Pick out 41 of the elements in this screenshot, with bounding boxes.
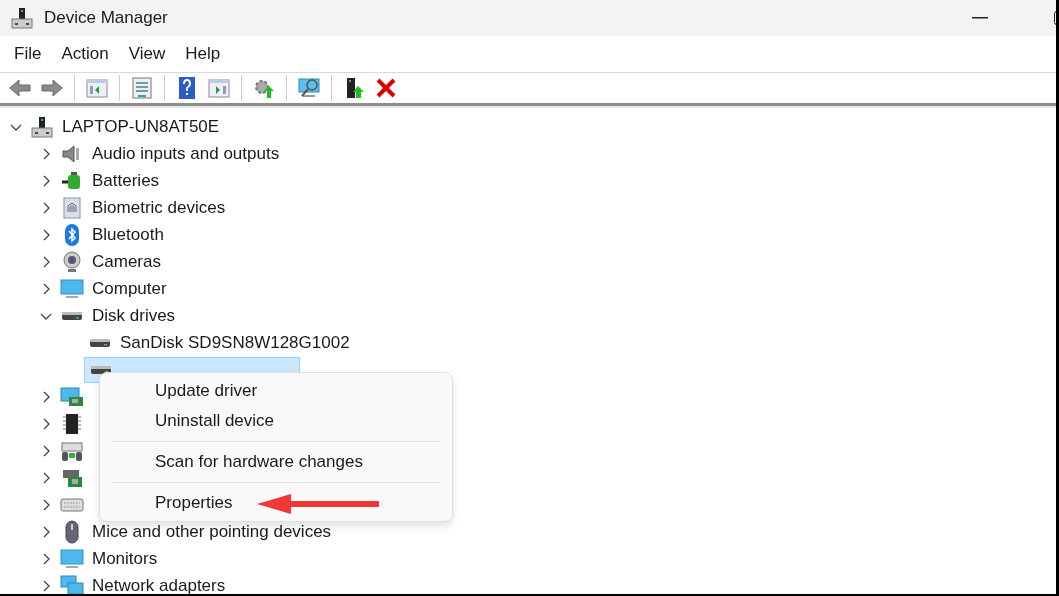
tree-item[interactable]: SanDisk SD9SN8W128G1002 <box>118 331 352 354</box>
disk-drive-icon <box>91 365 111 374</box>
tree-item[interactable]: Mice and other pointing devices <box>90 520 334 543</box>
tree-item[interactable]: Bluetooth <box>90 223 166 246</box>
tree-item[interactable]: Batteries <box>90 169 162 192</box>
back-arrow-icon[interactable] <box>8 76 32 100</box>
minimize-icon[interactable] <box>972 17 988 19</box>
menu-item[interactable]: File <box>4 44 52 64</box>
monitor-icon <box>60 276 84 301</box>
disk-drive-icon <box>90 338 110 347</box>
menu-item[interactable]: Properties <box>100 488 452 518</box>
properties-sheet-icon[interactable] <box>130 76 154 100</box>
tree-item[interactable]: Cameras <box>90 250 163 273</box>
tree-item[interactable]: Network adapters <box>90 574 228 594</box>
window-panel-icon[interactable] <box>207 76 231 100</box>
window-title: Device Manager <box>44 8 168 28</box>
tree-item[interactable]: Audio inputs and outputs <box>90 142 282 165</box>
tree-item[interactable]: LAPTOP-UN8AT50E <box>60 115 222 138</box>
forward-arrow-icon[interactable] <box>40 76 64 100</box>
delete-x-icon[interactable] <box>374 76 398 100</box>
tree-item[interactable]: Computer <box>90 277 169 300</box>
monitor-magnifier-icon[interactable] <box>297 76 321 100</box>
menu-item[interactable]: Action <box>51 44 119 64</box>
monitor-icon <box>60 546 84 571</box>
tree-item[interactable]: Monitors <box>90 547 160 570</box>
webcam-icon <box>60 249 84 274</box>
tree-item[interactable]: Biometric devices <box>90 196 228 219</box>
menu-item[interactable]: Uninstall device <box>100 406 452 436</box>
fingerprint-icon <box>60 195 84 220</box>
computer-icon <box>10 6 34 30</box>
network-monitors-icon <box>60 573 84 594</box>
computer-icon <box>30 114 54 139</box>
menu-item[interactable]: View <box>118 44 176 64</box>
menu-item[interactable]: Update driver <box>100 376 452 406</box>
menu-item[interactable]: Scan for hardware changes <box>100 447 452 477</box>
menu-item[interactable]: Help <box>175 44 231 64</box>
display-adapter-icon <box>60 384 84 409</box>
window-panel-icon[interactable] <box>85 76 109 100</box>
disk-drive-icon <box>62 311 82 320</box>
tree-item[interactable]: Disk drives <box>90 304 178 327</box>
chip-icon <box>60 411 84 436</box>
